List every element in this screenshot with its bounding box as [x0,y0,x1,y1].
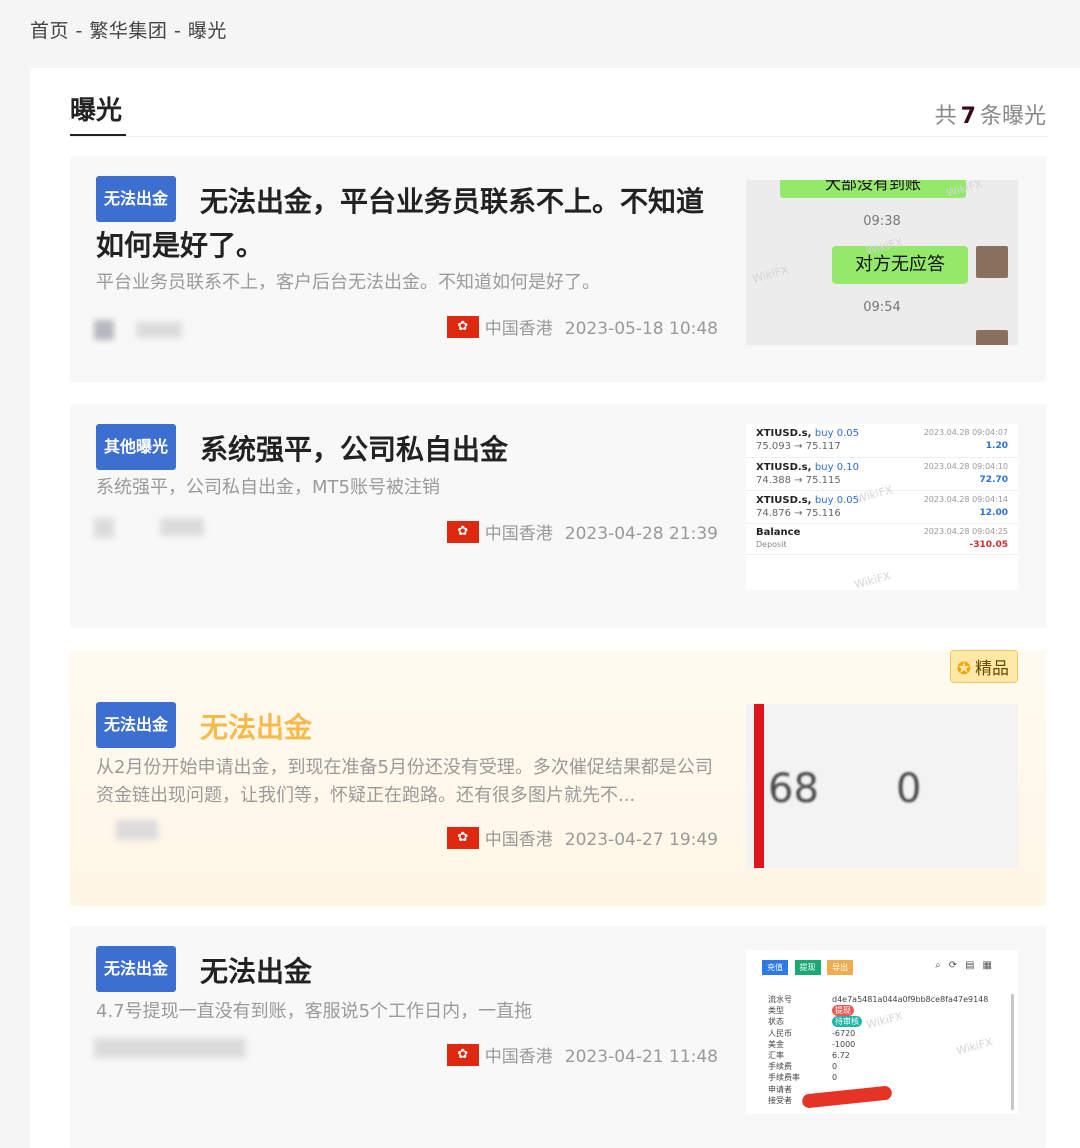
card-title[interactable]: 无法出金 无法出金，平台业务员联系不上。不知道如何是好了。 [96,176,716,266]
field-value: d4e7a5481a044a0f9bb8ce8fa47e9148 [832,995,989,1004]
balance-row: Balance Deposit 2023.04.28 09:04:25 -310… [746,524,1018,555]
field-value: 待审核 [832,1016,862,1028]
hong-kong-flag-icon: ✿ [446,1044,479,1066]
exposure-card[interactable]: 无法出金 无法出金，平台业务员联系不上。不知道如何是好了。 平台业务员联系不上，客… [70,156,1046,382]
field-row: 手续费率 0 [768,1072,998,1083]
evidence-thumbnail[interactable]: 68 0 [746,704,1018,868]
card-meta: ✿ 中国香港 2023-04-28 21:39 [446,519,718,545]
field-label: 手续费率 [768,1073,800,1083]
field-value: -1000 [832,1039,856,1049]
field-label: 手续费 [768,1062,792,1072]
card-title[interactable]: 其他曝光 系统强平，公司私自出金 [96,424,716,474]
user-name [160,518,204,536]
chat-bubble: 对方无应答 [832,246,968,284]
blurred-number: 0 [896,766,922,812]
category-tag: 无法出金 [96,702,177,748]
region-label: 中国香港 [484,524,553,544]
card-meta: ✿ 中国香港 2023-04-21 11:48 [446,1042,718,1068]
exposure-card-featured[interactable]: ✪ 精品 无法出金 无法出金 从2月份开始申请出金，到现在准备5月份还没有受理。多次… [70,650,1046,906]
exposure-panel: 曝光 共 7 条曝光 无法出金 无法出金，平台业务员联系不上。不知道如何是好了。 平台… [30,68,1080,1148]
field-row: 手续费 0 [768,1061,998,1072]
user-name [94,1038,246,1058]
post-date: 2023-04-21 11:48 [564,1047,718,1067]
field-value: 0 [832,1062,838,1072]
field-label: 人民币 [768,1028,792,1038]
exposure-card[interactable]: 无法出金 无法出金 4.7号提现一直没有到账，客服说5个工作日内，一直拖 ✿ 中国香… [70,926,1046,1148]
section-title: 曝光 [70,96,123,126]
user-avatar [94,320,114,340]
scrollbar[interactable] [1011,994,1014,1110]
toolbar-icons: ⌕⟳▤▦ [935,960,1000,971]
region-label: 中国香港 [484,1047,553,1067]
region-label: 中国香港 [484,319,553,339]
chat-screenshot-thumbnail[interactable]: 大部没有到账 09:38 对方无应答 09:54 WikiFX WikiFX W… [746,180,1018,345]
field-value: 提现 [832,1005,854,1017]
field-label: 申请者 [768,1084,792,1094]
exposure-count: 共 7 条曝光 [934,104,1046,129]
avatar [976,330,1008,345]
hong-kong-flag-icon: ✿ [446,316,479,338]
field-label: 接受者 [768,1095,792,1105]
field-row: 流水号 d4e7a5481a044a0f9bb8ce8fa47e9148 [768,994,998,1005]
medal-icon: ✪ [956,659,971,679]
card-title[interactable]: 无法出金 无法出金 [96,946,716,996]
card-meta: ✿ 中国香港 2023-05-18 10:48 [446,314,718,340]
user-name [116,820,158,840]
card-description: 系统强平，公司私自出金，MT5账号被注销 [96,477,440,498]
breadcrumb[interactable]: 首页 - 繁华集团 - 曝光 [30,16,227,43]
chat-time: 09:54 [863,300,901,315]
card-description: 从2月份开始申请出金，到现在准备5月份还没有受理。多次催促结果都是公司资金链出现… [96,757,713,806]
card-description: 4.7号提现一直没有到账，客服说5个工作日内，一直拖 [96,1001,533,1022]
post-date: 2023-04-27 19:49 [564,830,718,850]
field-value: 0 [832,1073,838,1083]
card-title[interactable]: 无法出金 无法出金 [96,702,716,752]
hong-kong-flag-icon: ✿ [446,521,479,543]
red-bar [754,704,764,868]
card-description: 平台业务员联系不上，客户后台无法出金。不知道如何是好了。 [96,272,600,293]
user-avatar [94,518,114,538]
chat-time: 09:38 [863,214,901,229]
withdraw-button: 提现 [794,960,821,975]
post-date: 2023-04-28 21:39 [564,524,718,544]
category-tag: 无法出金 [96,946,177,992]
divider [70,136,1048,137]
user-name [136,322,182,338]
field-label: 类型 [768,1006,784,1016]
category-tag: 无法出金 [96,176,177,222]
watermark: WikiFX [750,263,791,286]
category-tag: 其他曝光 [96,424,177,470]
trade-history-thumbnail[interactable]: XTIUSD.s, buy 0.05 75.093 → 75.117 2023.… [746,424,1018,590]
blurred-number: 68 [768,766,819,812]
field-value: -6720 [832,1028,856,1038]
field-value: 6.72 [832,1050,850,1060]
featured-badge: ✪ 精品 [949,650,1018,683]
chat-bubble: 大部没有到账 [780,180,966,198]
field-label: 汇率 [768,1050,784,1060]
field-label: 美金 [768,1039,784,1049]
field-label: 流水号 [768,995,792,1004]
exposure-card[interactable]: 其他曝光 系统强平，公司私自出金 系统强平，公司私自出金，MT5账号被注销 ✿ 中国… [70,404,1046,628]
count-number: 7 [960,104,976,129]
watermark: WikiFX [852,569,893,590]
card-meta: ✿ 中国香港 2023-04-27 19:49 [446,825,718,851]
export-button: 导出 [827,960,854,975]
recharge-button: 充值 [762,960,788,975]
toolbar: 充值 提现 导出 [762,960,854,975]
transaction-detail-thumbnail[interactable]: 充值 提现 导出 ⌕⟳▤▦ 流水号 d4e7a5481a044a0f9bb8ce8… [746,950,1018,1114]
field-label: 状态 [768,1017,784,1027]
avatar [976,246,1008,278]
post-date: 2023-05-18 10:48 [564,319,718,339]
field-row: 人民币 -6720 [768,1028,998,1039]
hong-kong-flag-icon: ✿ [446,827,479,849]
region-label: 中国香港 [484,830,553,850]
trade-row: XTIUSD.s, buy 0.05 75.093 → 75.117 2023.… [746,424,1018,458]
